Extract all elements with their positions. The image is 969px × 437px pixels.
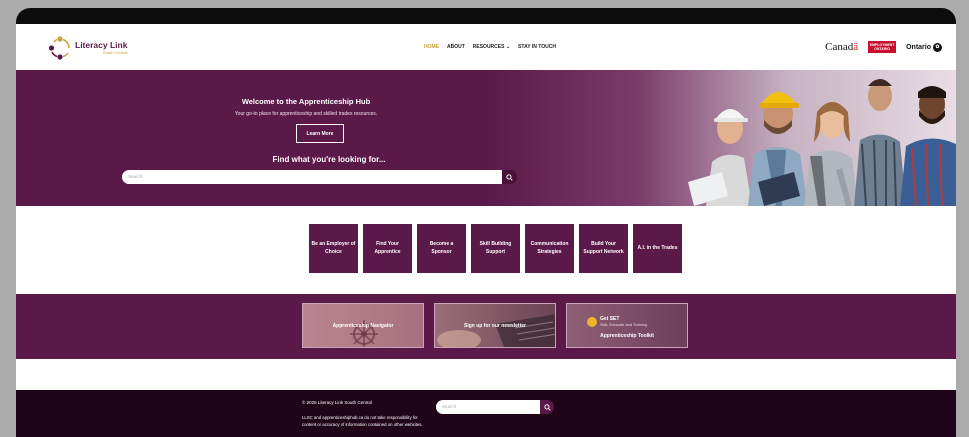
logo-subtitle: South Central (102, 49, 128, 55)
promo-toolkit-label: Apprenticeship Toolkit (600, 333, 654, 339)
ontario-logo[interactable]: Ontario ✿ (906, 42, 942, 52)
promo-newsletter[interactable]: Sign up for our newsletter (434, 303, 556, 348)
hero-search-input[interactable]: Search (122, 170, 502, 184)
find-heading: Find what you're looking for... (272, 155, 386, 164)
topic-cards: Be an Employer of Choice Find Your Appre… (309, 224, 682, 273)
hero-title: Welcome to the Apprenticeship Hub (241, 97, 371, 106)
getset-sun-icon (587, 317, 597, 327)
card-employer-of-choice[interactable]: Be an Employer of Choice (309, 224, 358, 273)
card-find-apprentice[interactable]: Find Your Apprentice (363, 224, 412, 273)
browser-frame: Literacy Link South Central HOME ABOUT R… (16, 8, 956, 437)
nav-home[interactable]: HOME (424, 44, 439, 50)
literacy-link-logo-icon (48, 36, 70, 60)
partner-logos: Canadä EMPLOYMENT ONTARIO Ontario ✿ (825, 41, 942, 53)
site-footer: © 2026 Literacy Link South Central LLSC … (16, 390, 956, 437)
search-icon (543, 403, 551, 411)
canada-wordmark-accent: ä (853, 41, 859, 53)
card-skill-building[interactable]: Skill Building Support (471, 224, 520, 273)
hero-subtitle: Your go-to place for apprenticeship and … (234, 111, 378, 117)
hero-banner: Welcome to the Apprenticeship Hub Your g… (16, 70, 956, 206)
getset-tagline: Skill, Educate and Training (600, 321, 648, 327)
nav-about[interactable]: ABOUT (447, 44, 465, 50)
logo-name: Literacy Link (75, 40, 128, 51)
promo-band: Apprenticeship Navigator Sign up for our… (16, 294, 956, 359)
nav-stay-in-touch[interactable]: STAY IN TOUCH (518, 44, 556, 50)
footer-search-button[interactable] (540, 400, 554, 414)
promo-apprenticeship-toolkit[interactable]: Get SET Skill, Educate and Training Appr… (566, 303, 688, 348)
main-nav: HOME ABOUT RESOURCES ⌄ STAY IN TOUCH (424, 44, 556, 50)
site-header: Literacy Link South Central HOME ABOUT R… (16, 24, 956, 71)
employment-ontario-line2: ONTARIO (874, 47, 891, 51)
promo-newsletter-label: Sign up for our newsletter (464, 323, 526, 329)
promo-navigator-label: Apprenticeship Navigator (332, 323, 394, 329)
ontario-trillium-icon: ✿ (933, 42, 942, 52)
card-communication[interactable]: Communication Strategies (525, 224, 574, 273)
footer-search-input[interactable]: Search (436, 400, 540, 414)
card-support-network[interactable]: Build Your Support Network (579, 224, 628, 273)
footer-disclaimer: LLSC and apprenticeshiphub.ca do not tak… (302, 415, 423, 427)
employment-ontario-logo[interactable]: EMPLOYMENT ONTARIO (868, 41, 897, 53)
top-bar (16, 8, 956, 24)
promo-apprenticeship-navigator[interactable]: Apprenticeship Navigator (302, 303, 424, 348)
nav-resources[interactable]: RESOURCES ⌄ (473, 44, 510, 50)
site-logo[interactable]: Literacy Link South Central (48, 34, 127, 62)
footer-copyright: © 2026 Literacy Link South Central (302, 400, 372, 405)
learn-more-button[interactable]: Learn More (296, 124, 344, 143)
ontario-wordmark: Ontario (906, 43, 931, 51)
canada-wordmark[interactable]: Canadä (825, 41, 858, 53)
card-ai-trades[interactable]: A.I. in the Trades (633, 224, 682, 273)
canada-wordmark-text: Canad (825, 41, 854, 53)
hero-search-button[interactable] (502, 170, 517, 184)
getset-logo: Get SET Skill, Educate and Training (587, 317, 647, 327)
tradespeople-photo (688, 79, 956, 206)
card-become-sponsor[interactable]: Become a Sponsor (417, 224, 466, 273)
search-icon (506, 173, 513, 181)
